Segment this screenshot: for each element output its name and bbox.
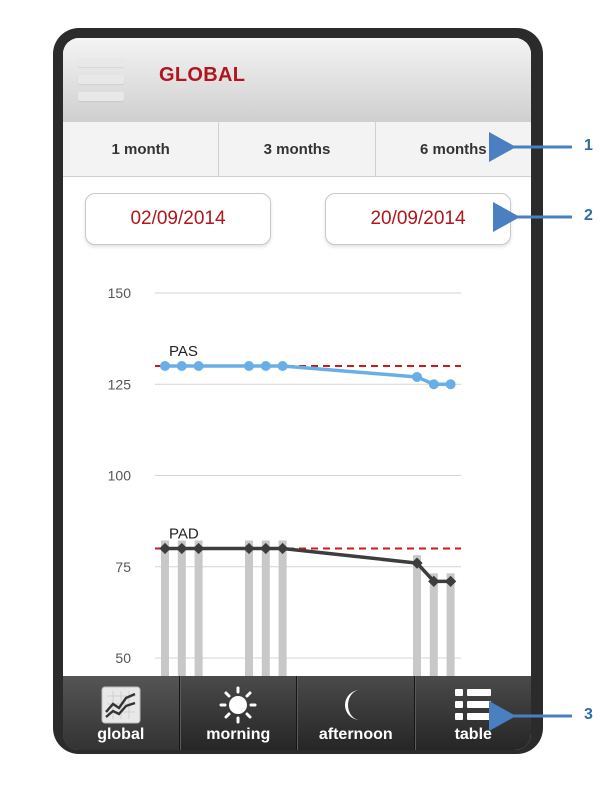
- callout-2: 2: [584, 207, 593, 224]
- callout-arrows: [489, 132, 572, 731]
- callout-1: 1: [584, 137, 593, 154]
- callout-3: 3: [584, 706, 593, 723]
